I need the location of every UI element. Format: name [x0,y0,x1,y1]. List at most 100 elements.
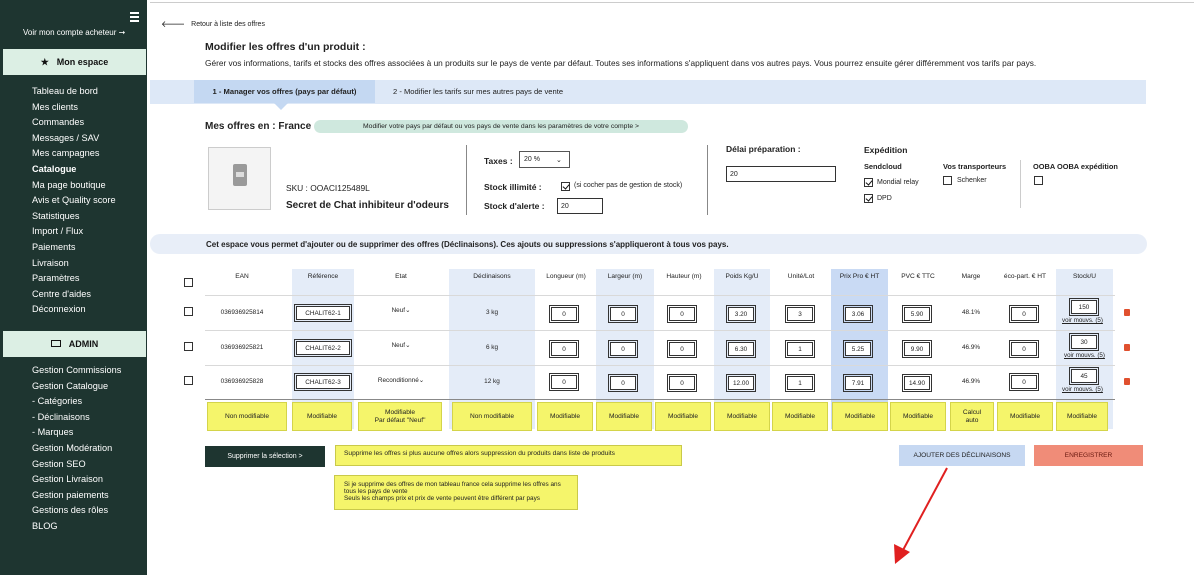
hauteur-input[interactable]: 0 [667,305,697,323]
prix-pro-input[interactable]: 7.91 [843,374,873,392]
largeur-input[interactable]: 0 [608,340,638,358]
admin-item[interactable]: - Catégories [32,394,121,410]
admin-item[interactable]: BLOG [32,519,121,535]
admin-item[interactable]: Gestion Catalogue [32,379,121,395]
pvc-input[interactable]: 5.90 [902,305,932,323]
largeur-input[interactable]: 0 [608,305,638,323]
unite-input[interactable]: 1 [785,340,815,358]
sidebar-item[interactable]: Mes clients [32,100,116,116]
delete-selection-button[interactable]: Supprimer la sélection > [205,446,325,467]
longueur-input[interactable]: 0 [549,373,579,391]
back-link[interactable]: 🡐 Retour à liste des offres [161,19,265,30]
sidebar-item[interactable]: Paiements [32,240,116,256]
col-header: Poids Kg/U [725,273,759,280]
divider [1020,160,1021,208]
sidebar-item[interactable]: Messages / SAV [32,131,116,147]
poids-input[interactable]: 3.20 [726,305,756,323]
eco-input[interactable]: 0 [1009,340,1039,358]
product-bag-icon [233,164,247,186]
stock-movements-link[interactable]: voir mouvs. (5) [1062,317,1103,324]
admin-item[interactable]: Gestion Modération [32,441,121,457]
hauteur-input[interactable]: 0 [667,374,697,392]
trash-icon[interactable] [1124,378,1130,385]
sidebar-item[interactable]: Avis et Quality score [32,193,116,209]
sidebar-item[interactable]: Commandes [32,115,116,131]
eco-input[interactable]: 0 [1009,305,1039,323]
reference-input[interactable]: CHALIT62-3 [294,373,352,391]
col-header: Marge [961,273,981,280]
reference-input[interactable]: CHALIT62-2 [294,339,352,357]
admin-item[interactable]: Gestions des rôles [32,503,121,519]
stock-input[interactable]: 45 [1069,367,1099,385]
select-all-checkbox[interactable] [184,278,193,287]
row-divider [205,295,1115,296]
buyer-account-link[interactable]: Voir mon compte acheteur ➞ [23,28,125,37]
poids-input[interactable]: 6.30 [726,340,756,358]
unite-input[interactable]: 3 [785,305,815,323]
taxes-select[interactable]: 20 % ⌄ [519,151,570,168]
page-title: Modifier les offres d'un produit : [205,41,366,53]
back-label: Retour à liste des offres [191,21,265,28]
pvc-input[interactable]: 14.90 [902,374,932,392]
row-checkbox[interactable] [184,376,193,385]
stock-illimite-checkbox[interactable] [561,182,570,191]
admin-item[interactable]: Gestion Livraison [32,472,121,488]
sidebar-item[interactable]: Ma page boutique [32,178,116,194]
admin-item[interactable]: Gestion paiements [32,488,121,504]
pvc-input[interactable]: 9.90 [902,340,932,358]
stock-input[interactable]: 150 [1069,298,1099,316]
poids-input[interactable]: 12.00 [726,374,756,392]
admin-item[interactable]: Gestion SEO [32,457,121,473]
prix-pro-input[interactable]: 5.25 [843,340,873,358]
stock-alerte-input[interactable]: 20 [557,198,603,214]
largeur-input[interactable]: 0 [608,374,638,392]
col-note: Modifiable [772,402,828,431]
save-button[interactable]: ENREGISTRER [1034,445,1143,466]
delai-input[interactable]: 20 [726,166,836,182]
sidebar: Voir mon compte acheteur ➞ ★ Mon espace T… [0,0,147,575]
etat-select[interactable]: Neuf⌄ [363,338,439,354]
stock-movements-link[interactable]: voir mouvs. (5) [1064,352,1105,359]
mondial-relay-checkbox[interactable] [864,178,873,187]
prix-pro-input[interactable]: 3.06 [843,305,873,323]
sidebar-item[interactable]: Import / Flux [32,224,116,240]
unite-input[interactable]: 1 [785,374,815,392]
row-checkbox[interactable] [184,307,193,316]
reference-input[interactable]: CHALIT62-1 [294,304,352,322]
eco-input[interactable]: 0 [1009,373,1039,391]
col-header: Hauteur (m) [666,273,702,280]
stock-input[interactable]: 30 [1069,333,1099,351]
sidebar-item[interactable]: Paramètres [32,271,116,287]
country-settings-link[interactable]: Modifier votre pays par défaut ou vos pa… [314,120,688,133]
sidebar-item[interactable]: Livraison [32,256,116,272]
menu-icon[interactable] [130,12,139,24]
longueur-input[interactable]: 0 [549,305,579,323]
admin-item[interactable]: - Déclinaisons [32,410,121,426]
stock-movements-link[interactable]: voir mouvs. (5) [1062,386,1103,393]
admin-item[interactable]: Gestion Commissions [32,363,121,379]
trash-icon[interactable] [1124,344,1130,351]
hauteur-input[interactable]: 0 [667,340,697,358]
etat-select[interactable]: Neuf⌄ [363,303,439,319]
mondial-relay-label: Mondial relay [877,179,919,186]
schenker-checkbox[interactable] [943,176,952,185]
trash-icon[interactable] [1124,309,1130,316]
tab-other-countries[interactable]: 2 - Modifier les tarifs sur mes autres p… [393,80,563,103]
sidebar-item[interactable]: Statistiques [32,209,116,225]
admin-header: ADMIN [3,331,146,357]
delai-label: Délai préparation : [726,144,801,154]
sidebar-item[interactable]: Mes campagnes [32,146,116,162]
tab-manage-offers[interactable]: 1 - Manager vos offres (pays par défaut) [194,80,375,110]
ean: 036936925814 [220,309,264,316]
row-checkbox[interactable] [184,342,193,351]
sidebar-item[interactable]: Déconnexion [32,302,116,318]
sidebar-item-catalogue[interactable]: Catalogue [32,162,116,178]
admin-item[interactable]: - Marques [32,425,121,441]
ooba-checkbox[interactable] [1034,176,1043,185]
sidebar-item[interactable]: Tableau de bord [32,84,116,100]
longueur-input[interactable]: 0 [549,340,579,358]
col-note: Modifiable Par défaut "Neuf" [358,402,442,431]
etat-select[interactable]: Reconditionné⌄ [363,373,439,389]
dpd-checkbox[interactable] [864,194,873,203]
sidebar-item[interactable]: Centre d'aides [32,287,116,303]
